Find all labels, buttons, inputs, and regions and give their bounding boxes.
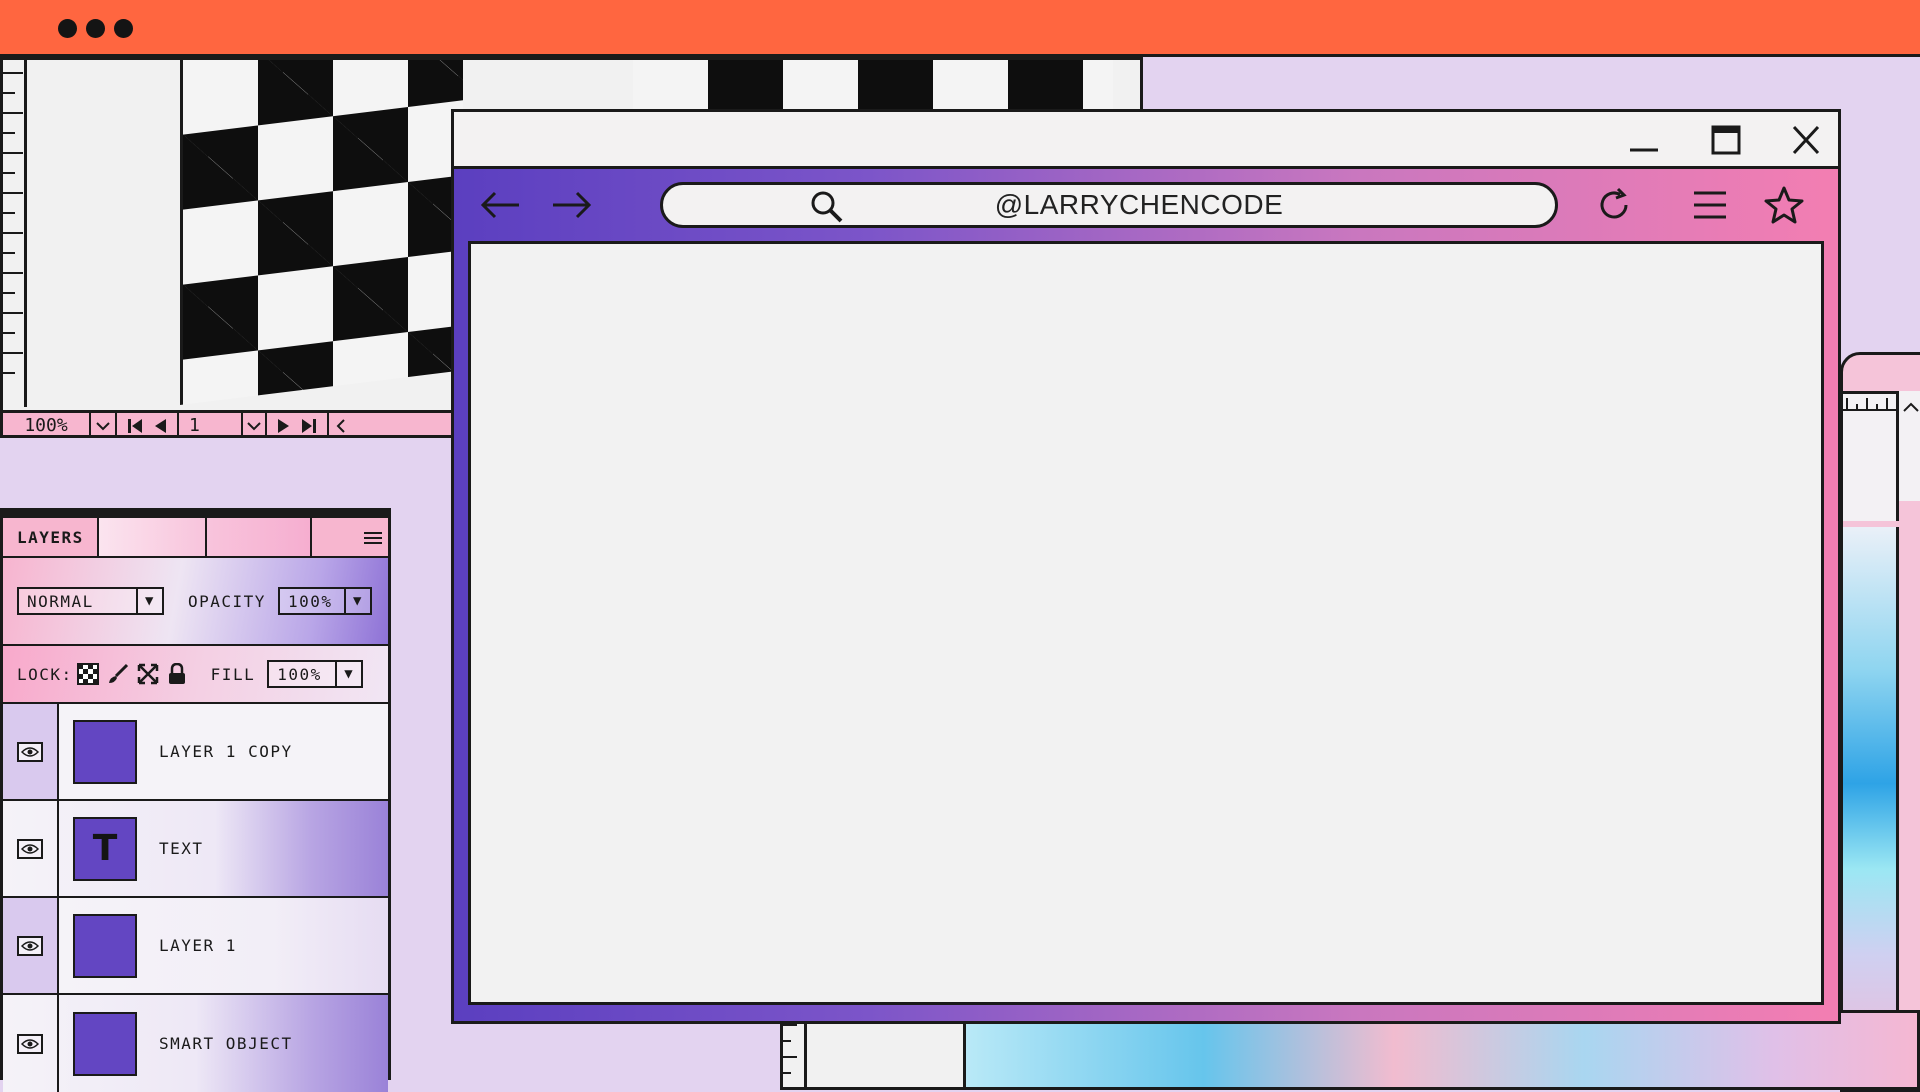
layers-panel: LAYERS NORMAL ▼ OPACITY 100% ▼ LOCK: FIL…	[0, 508, 391, 1092]
chevron-down-icon[interactable]	[91, 413, 117, 435]
fill-value: 100%	[277, 664, 322, 684]
next-page-icon[interactable]	[277, 418, 291, 434]
first-page-icon[interactable]	[127, 418, 143, 434]
page-number-field[interactable]: 1	[179, 413, 241, 435]
scroll-left-icon[interactable]	[329, 413, 353, 435]
panel-menu-icon[interactable]	[312, 518, 388, 556]
opacity-value: 100%	[287, 591, 333, 611]
bottom-ruler	[783, 1013, 807, 1087]
browser-titlebar	[454, 112, 1838, 169]
browser-viewport[interactable]	[468, 241, 1824, 1005]
tab-empty-2[interactable]	[207, 518, 312, 556]
prev-page-icon[interactable]	[153, 418, 167, 434]
right-ruler	[1843, 391, 1899, 521]
layer-thumbnail	[73, 1011, 137, 1076]
opacity-label: OPACITY	[188, 591, 266, 611]
layer-row[interactable]: SMART OBJECT	[3, 995, 388, 1092]
lock-label: LOCK:	[17, 664, 73, 684]
layer-row[interactable]: T TEXT	[3, 801, 388, 898]
visibility-toggle[interactable]	[3, 704, 59, 799]
checkerboard-artwork	[180, 60, 463, 406]
layer-thumbnail	[73, 719, 137, 784]
forward-arrow-icon[interactable]	[550, 183, 594, 227]
layer-thumbnail	[73, 913, 137, 978]
right-side-window	[1840, 352, 1920, 1092]
browser-toolbar: @LARRYCHENCODE	[454, 169, 1838, 241]
blend-mode-value: NORMAL	[27, 591, 94, 611]
star-icon[interactable]	[1762, 183, 1806, 227]
zoom-field[interactable]: 100%	[3, 413, 91, 435]
blend-row: NORMAL ▼ OPACITY 100% ▼	[3, 558, 388, 646]
browser-frame: @LARRYCHENCODE	[454, 169, 1838, 1021]
window-dot-1[interactable]	[58, 19, 77, 38]
page-nav-forward	[267, 413, 329, 435]
holographic-artwork	[1843, 527, 1899, 1089]
address-bar[interactable]: @LARRYCHENCODE	[660, 182, 1558, 228]
reload-icon[interactable]	[1592, 183, 1636, 227]
text-layer-thumbnail: T	[73, 816, 137, 881]
last-page-icon[interactable]	[301, 418, 317, 434]
browser-window: @LARRYCHENCODE	[451, 109, 1841, 1024]
eye-icon	[17, 741, 43, 762]
opacity-select[interactable]: 100% ▼	[277, 587, 372, 615]
lock-pixels-brush-icon[interactable]	[107, 663, 129, 685]
layer-row[interactable]: LAYER 1 COPY	[3, 704, 388, 801]
minimize-icon[interactable]	[1626, 124, 1662, 156]
layer-name: TEXT	[159, 839, 204, 858]
fill-select[interactable]: 100% ▼	[267, 660, 364, 688]
eye-icon	[17, 935, 43, 956]
layer-name: SMART OBJECT	[159, 1034, 293, 1053]
dropdown-arrow-icon: ▼	[343, 589, 370, 613]
chevron-down-icon[interactable]	[241, 413, 267, 435]
page-nav-back	[117, 413, 179, 435]
layer-row[interactable]: LAYER 1	[3, 898, 388, 995]
document-status-bar: 100% 1	[3, 410, 455, 435]
visibility-toggle[interactable]	[3, 995, 59, 1092]
visibility-toggle[interactable]	[3, 898, 59, 993]
dropdown-arrow-icon: ▼	[136, 589, 162, 613]
eye-icon	[17, 1033, 43, 1054]
fill-label: FILL	[210, 664, 256, 684]
holographic-artwork-bottom	[963, 1013, 1917, 1087]
layer-name: LAYER 1	[159, 936, 237, 955]
lock-row: LOCK: FILL 100% ▼	[3, 646, 388, 704]
blend-mode-select[interactable]: NORMAL ▼	[17, 587, 164, 615]
tab-layers[interactable]: LAYERS	[3, 518, 99, 556]
maximize-icon[interactable]	[1708, 124, 1744, 156]
scroll-up-icon[interactable]	[1899, 391, 1920, 501]
lock-all-icon[interactable]	[167, 663, 187, 685]
back-arrow-icon[interactable]	[478, 183, 522, 227]
layer-name: LAYER 1 COPY	[159, 742, 293, 761]
address-url: @LARRYCHENCODE	[994, 189, 1284, 220]
dropdown-arrow-icon: ▼	[335, 662, 361, 686]
top-bar	[0, 0, 1920, 57]
lock-transparency-icon[interactable]	[76, 663, 99, 685]
lock-position-move-icon[interactable]	[137, 663, 159, 685]
eye-icon	[17, 838, 43, 859]
close-icon[interactable]	[1788, 124, 1824, 156]
vertical-ruler	[3, 60, 27, 407]
visibility-toggle[interactable]	[3, 801, 59, 896]
layers-tabs: LAYERS	[3, 518, 388, 558]
menu-icon[interactable]	[1688, 183, 1732, 227]
window-dot-2[interactable]	[86, 19, 105, 38]
window-dot-3[interactable]	[114, 19, 133, 38]
tab-empty-1[interactable]	[99, 518, 207, 556]
